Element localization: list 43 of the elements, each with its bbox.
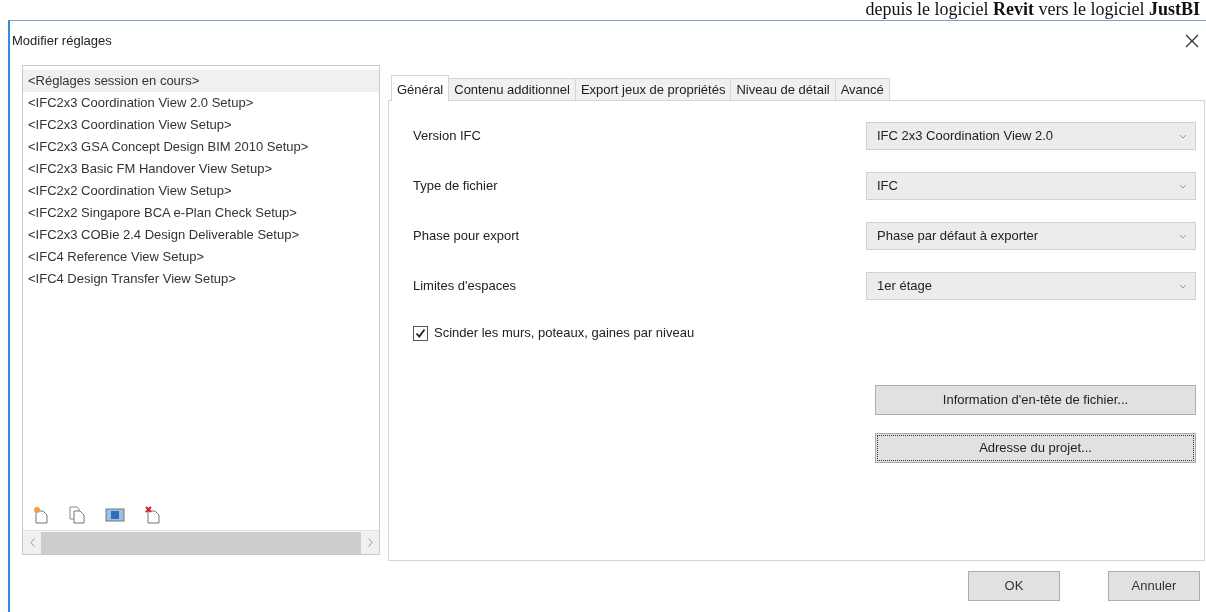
dropdown[interactable]: IFC <box>866 172 1196 200</box>
dialog-button[interactable]: Adresse du projet... <box>875 433 1196 463</box>
window-title: Modifier réglages <box>12 32 112 51</box>
list-item[interactable]: <IFC2x2 Singapore BCA e-Plan Check Setup> <box>23 202 379 224</box>
chevron-down-icon <box>1179 133 1187 139</box>
chevron-down-icon <box>1179 283 1187 289</box>
cancel-button[interactable]: Annuler <box>1108 571 1200 601</box>
list-item[interactable]: <IFC4 Design Transfer View Setup> <box>23 268 379 290</box>
list-item[interactable]: <IFC2x3 GSA Concept Design BIM 2010 Setup> <box>23 136 379 158</box>
field-label: Type de fichier <box>413 177 498 196</box>
scroll-left-icon[interactable] <box>29 538 35 547</box>
close-icon[interactable] <box>1184 33 1200 49</box>
horizontal-scrollbar[interactable] <box>23 530 379 554</box>
dialog-button[interactable]: Information d'en-tête de fichier... <box>875 385 1196 415</box>
tab[interactable]: Contenu additionnel <box>448 78 576 100</box>
tab[interactable]: Général <box>391 75 450 101</box>
list-item[interactable]: <IFC2x3 Basic FM Handover View Setup> <box>23 158 379 180</box>
field-label: Limites d'espaces <box>413 277 516 296</box>
scroll-right-icon[interactable] <box>367 538 373 547</box>
list-item[interactable]: <IFC2x2 Coordination View Setup> <box>23 180 379 202</box>
rename-icon[interactable] <box>105 507 125 523</box>
ok-button[interactable]: OK <box>968 571 1060 601</box>
chevron-down-icon <box>1179 183 1187 189</box>
checkbox[interactable] <box>413 325 428 341</box>
list-item[interactable]: <IFC2x3 Coordination View Setup> <box>23 114 379 136</box>
tab[interactable]: Niveau de détail <box>730 78 836 100</box>
document-text: depuis le logiciel Revit vers le logiciel JustBI <box>864 0 1201 20</box>
list-item[interactable]: <Réglages session en cours> <box>23 70 379 92</box>
field-label: Version IFC <box>413 127 481 146</box>
tab[interactable]: Export jeux de propriétés <box>574 78 732 100</box>
chevron-down-icon <box>1179 233 1187 239</box>
new-file-icon[interactable] <box>33 506 49 524</box>
dropdown[interactable]: 1er étage <box>866 272 1196 300</box>
list-item[interactable]: <IFC2x3 COBie 2.4 Design Deliverable Setup> <box>23 224 379 246</box>
copy-icon[interactable] <box>69 506 85 524</box>
checkbox-label: Scinder les murs, poteaux, gaines par niveau <box>434 324 695 343</box>
delete-file-icon[interactable] <box>145 506 161 524</box>
dropdown[interactable]: IFC 2x3 Coordination View 2.0 <box>866 122 1196 150</box>
field-label: Phase pour export <box>413 227 520 246</box>
list-item[interactable]: <IFC4 Reference View Setup> <box>23 246 379 268</box>
list-item[interactable]: <IFC2x3 Coordination View 2.0 Setup> <box>23 92 379 114</box>
dropdown[interactable]: Phase par défaut à exporter <box>866 222 1196 250</box>
tab[interactable]: Avancé <box>834 78 890 100</box>
